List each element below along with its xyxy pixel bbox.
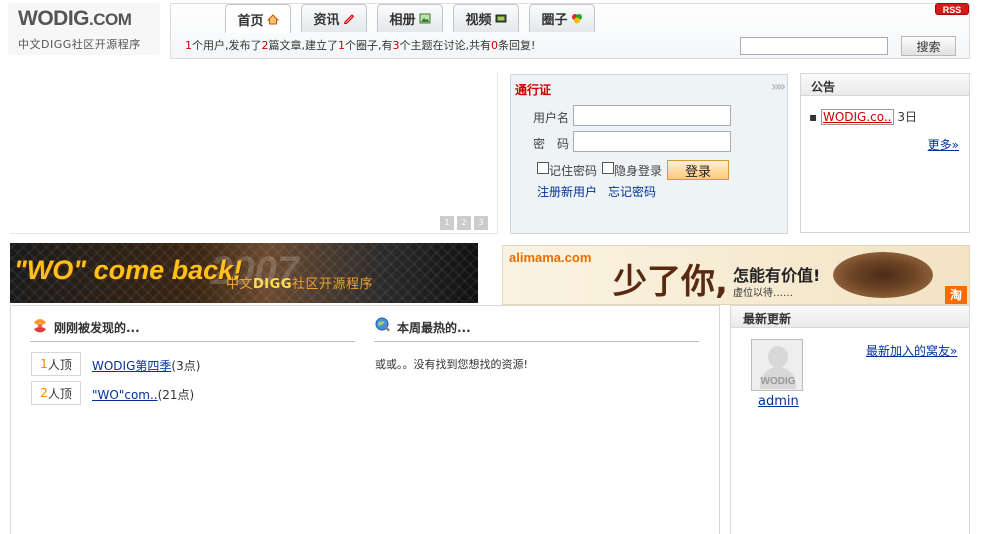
tab-label: 视频	[465, 13, 492, 28]
tagline: 中文DIGG社区开源程序	[18, 38, 141, 51]
password-input[interactable]	[573, 131, 731, 152]
notice-item: ▪ WODIG.co.. 3日	[809, 108, 917, 125]
globe-search-icon	[375, 317, 390, 332]
reply-count: 0	[491, 39, 498, 52]
tab-home[interactable]: 首页	[225, 4, 291, 33]
new-friends-link[interactable]: 最新加入的窝友»	[866, 342, 957, 359]
avatar[interactable]: WODIG	[751, 339, 803, 391]
stats-text: 个圈子,有	[345, 39, 393, 52]
tab-label: 首页	[237, 13, 264, 29]
notice-date: 3日	[897, 110, 917, 124]
circle-count: 1	[338, 39, 345, 52]
login-panel: 通行证 »»	[510, 74, 788, 234]
notice-link[interactable]: WODIG.co..	[820, 109, 894, 125]
banner-sub-text: 社区开源程序	[291, 277, 373, 292]
story-link[interactable]: "WO"com..	[92, 388, 158, 402]
stats-text: 个主题在讨论,共有	[399, 39, 492, 52]
article-count: 2	[261, 39, 269, 52]
story-points: (21点)	[157, 388, 195, 402]
digg-unit: 人顶	[47, 386, 72, 401]
alimama-ad-banner[interactable]: alimama.com 少了你, 怎能有价值! 虚位以待…… 淘	[502, 245, 970, 305]
login-button[interactable]: 登录	[667, 160, 729, 180]
taobao-badge: 淘	[945, 286, 967, 304]
tab-label: 圈子	[541, 13, 568, 28]
tab-news[interactable]: 资讯	[301, 4, 367, 32]
story-points: (3点)	[171, 359, 201, 373]
list-item: WODIG第四季(3点)	[92, 357, 200, 374]
digg-count: 1	[40, 357, 48, 371]
avatar-head	[768, 346, 788, 368]
slideshow	[10, 72, 498, 234]
password-label: 密 码	[533, 137, 570, 151]
invisible-label: 隐身登录	[614, 164, 663, 178]
double-chevron-icon: »»	[770, 79, 786, 95]
logo-domain: .COM	[89, 10, 132, 29]
avatar-watermark: WODIG	[760, 376, 796, 387]
bullet-icon: ▪	[809, 110, 821, 124]
site-stats: 1个用户,发布了2篇文章,建立了1个圈子,有3个主题在讨论,共有0条回复!	[185, 37, 535, 53]
header-divider	[170, 58, 970, 59]
stats-text: 篇文章,建立了	[268, 39, 339, 52]
digg-count-box[interactable]: 2 人顶	[31, 381, 81, 405]
tab-circles[interactable]: 圈子	[529, 4, 595, 32]
stats-text: 条回复!	[498, 39, 536, 52]
empty-message: 或或。。没有找到您想找的资源!	[375, 358, 528, 371]
section-divider	[374, 341, 699, 342]
slide-page-2[interactable]: 2	[457, 216, 471, 230]
logo-area[interactable]: WODIG.COM 中文DIGG社区开源程序	[8, 3, 160, 55]
film-icon	[495, 14, 506, 23]
alimama-logo: alimama.com	[509, 250, 592, 265]
ad-question: 怎能有价值!	[733, 266, 821, 285]
digg-unit: 人顶	[47, 357, 72, 372]
discovered-title: 刚刚被发现的...	[54, 321, 140, 335]
banner-subtitle: 中文DIGG社区开源程序	[226, 273, 373, 292]
notice-panel: 公告 ▪ WODIG.co.. 3日 更多»	[800, 73, 970, 233]
user-link[interactable]: admin	[758, 394, 799, 409]
logo[interactable]: WODIG.COM	[18, 7, 132, 31]
logo-text: WODIG	[18, 7, 90, 30]
ad-headline: 少了你,	[613, 262, 728, 302]
banner-sub-text: 中文	[226, 277, 254, 292]
nest-image	[833, 252, 933, 298]
banner-sub-bold: DIGG	[253, 277, 292, 292]
rss-button[interactable]: RSS	[935, 3, 969, 15]
photo-icon	[419, 13, 430, 24]
radiation-icon	[34, 319, 46, 333]
hot-title: 本周最热的...	[397, 321, 471, 335]
home-icon	[266, 13, 279, 24]
list-item: "WO"com..(21点)	[92, 386, 194, 403]
section-divider	[30, 341, 355, 342]
tab-album[interactable]: 相册	[377, 4, 443, 32]
username-label: 用户名	[533, 111, 570, 125]
digg-count-box[interactable]: 1 人顶	[31, 352, 81, 376]
pencil-icon	[343, 14, 354, 24]
tab-video[interactable]: 视频	[453, 4, 519, 32]
remember-checkbox[interactable]	[537, 162, 549, 174]
wodig-banner[interactable]: 2007 "WO" come back! 中文DIGG社区开源程序	[10, 243, 478, 303]
digg-count: 2	[40, 386, 48, 400]
register-link[interactable]: 注册新用户	[537, 185, 597, 199]
remember-label: 记住密码	[549, 164, 598, 178]
forgot-password-link[interactable]: 忘记密码	[608, 185, 656, 199]
circle-group-icon	[571, 14, 582, 24]
latest-title: 最新更新	[731, 306, 969, 328]
user-count: 1	[185, 39, 192, 52]
ad-subtext: 虚位以待……	[733, 288, 793, 299]
notice-title: 公告	[801, 74, 969, 96]
username-input[interactable]	[573, 105, 731, 126]
slide-page-3[interactable]: 3	[474, 216, 488, 230]
banner-headline: "WO" come back!	[14, 255, 243, 285]
search-button[interactable]: 搜索	[901, 36, 956, 56]
login-title: 通行证	[515, 83, 552, 97]
stats-text: 个用户,发布了	[192, 39, 262, 52]
notice-more-link[interactable]: 更多»	[928, 136, 959, 153]
search-input[interactable]	[740, 37, 888, 55]
slide-page-1[interactable]: 1	[440, 216, 454, 230]
invisible-checkbox[interactable]	[602, 162, 614, 174]
content-panel	[10, 305, 720, 534]
story-link[interactable]: WODIG第四季	[92, 359, 171, 373]
tab-label: 资讯	[313, 13, 340, 28]
topic-count: 3	[392, 39, 400, 52]
tab-label: 相册	[389, 13, 416, 28]
